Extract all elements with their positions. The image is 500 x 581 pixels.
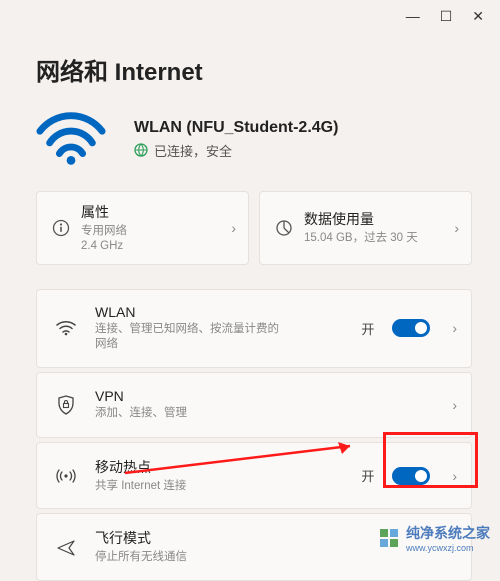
watermark-logo-icon — [378, 527, 400, 549]
wifi-header: WLAN (NFU_Student-2.4G) 已连接，安全 — [36, 105, 472, 181]
wifi-icon — [36, 111, 106, 167]
hotspot-title: 移动热点 — [95, 457, 345, 477]
properties-title: 属性 — [81, 202, 221, 222]
wifi-small-icon — [53, 320, 79, 336]
wifi-ssid: WLAN (NFU_Student-2.4G) — [134, 119, 338, 137]
vpn-title: VPN — [95, 388, 436, 404]
hotspot-sub: 共享 Internet 连接 — [95, 479, 285, 495]
watermark-brand: 纯净系统之家 — [406, 523, 490, 543]
wlan-toggle[interactable] — [392, 319, 430, 337]
chevron-right-icon: › — [452, 468, 457, 484]
watermark: 纯净系统之家 www.ycwxzj.com — [378, 523, 490, 553]
properties-sub: 专用网络 2.4 GHz — [81, 224, 221, 254]
hotspot-icon — [53, 467, 79, 485]
hotspot-item[interactable]: 移动热点 共享 Internet 连接 开 › — [36, 442, 472, 510]
chevron-right-icon: › — [231, 220, 236, 236]
chevron-right-icon: › — [452, 397, 457, 413]
page-title: 网络和 Internet — [0, 32, 500, 105]
watermark-url: www.ycwxzj.com — [406, 543, 490, 553]
wifi-status: 已连接，安全 — [154, 141, 232, 160]
data-usage-title: 数据使用量 — [304, 209, 444, 229]
vpn-sub: 添加、连接、管理 — [95, 406, 285, 422]
wlan-sub: 连接、管理已知网络、按流量计费的网络 — [95, 322, 285, 353]
data-usage-card[interactable]: 数据使用量 15.04 GB，过去 30 天 › — [259, 191, 472, 265]
properties-card[interactable]: 属性 专用网络 2.4 GHz › — [36, 191, 249, 265]
close-button[interactable]: ✕ — [472, 8, 484, 25]
airplane-sub: 停止所有无线通信 — [95, 550, 285, 566]
airplane-icon — [53, 538, 79, 556]
wlan-state: 开 — [361, 319, 374, 338]
chevron-right-icon: › — [452, 320, 457, 336]
chevron-right-icon: › — [454, 220, 459, 236]
hotspot-state: 开 — [361, 466, 374, 485]
vpn-item[interactable]: VPN 添加、连接、管理 › — [36, 372, 472, 438]
wlan-title: WLAN — [95, 304, 345, 320]
maximize-button[interactable]: ☐ — [440, 8, 453, 25]
data-usage-sub: 15.04 GB，过去 30 天 — [304, 231, 444, 246]
pie-chart-icon — [274, 218, 294, 238]
info-icon — [51, 218, 71, 238]
window-titlebar: — ☐ ✕ — [0, 0, 500, 32]
shield-lock-icon — [53, 395, 79, 415]
minimize-button[interactable]: — — [406, 8, 420, 24]
globe-icon — [134, 143, 148, 157]
wlan-item[interactable]: WLAN 连接、管理已知网络、按流量计费的网络 开 › — [36, 289, 472, 368]
hotspot-toggle[interactable] — [392, 467, 430, 485]
